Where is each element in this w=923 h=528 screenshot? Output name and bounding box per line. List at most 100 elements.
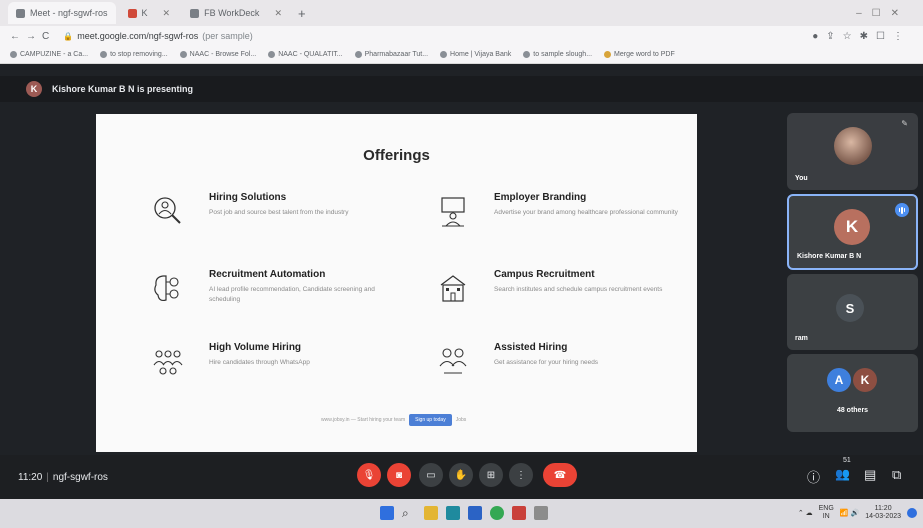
microphone-off-button[interactable]: 🎙 [357, 463, 381, 487]
bookmark-item[interactable]: Merge word to PDF [604, 51, 675, 58]
os-taskbar: ⌕ ⌃ ☁ ENG IN 📶 🔊 11:20 14-03-2023 [0, 499, 923, 528]
participant-tile-others[interactable]: A K 48 others [787, 354, 918, 432]
present-button[interactable]: ⊞ [479, 463, 503, 487]
presenting-banner: K Kishore Kumar B N is presenting [0, 76, 923, 102]
app-icon[interactable] [534, 506, 548, 520]
browser-tab-bar: Meet - ngf-sgwf-ros K ✕ FB WorkDeck ✕ + … [0, 0, 923, 26]
app-icon[interactable] [446, 506, 460, 520]
bookmark-icon [604, 51, 612, 58]
mic-off-icon: 🎙 [362, 469, 376, 481]
offering-desc: Get assistance for your hiring needs [494, 359, 599, 366]
browser-tab-workdeck[interactable]: FB WorkDeck ✕ [182, 2, 290, 24]
window-controls[interactable]: –☐✕ [856, 8, 909, 19]
participant-tile-kishore[interactable]: K Kishore Kumar B N [787, 194, 918, 270]
bookmark-icon [354, 51, 362, 58]
app-icon[interactable] [512, 506, 526, 520]
offering-title: High Volume Hiring [209, 342, 302, 353]
bookmarks-bar: CAMPUZINE - a Ca... to stop removing... … [0, 46, 923, 64]
captions-button[interactable]: ▭ [419, 463, 443, 487]
bookmark-item[interactable]: NAAC - QUALATIT... [268, 51, 343, 58]
bookmark-icon [100, 51, 108, 58]
shared-screen: Offerings Hiring Solutions Post job and … [96, 114, 697, 452]
leave-call-button[interactable]: ☎ [543, 463, 577, 487]
info-icon[interactable]: ⓘ [807, 467, 820, 486]
close-tab-icon[interactable]: ✕ [163, 8, 171, 19]
pin-icon[interactable]: ✎ [901, 119, 908, 128]
clock[interactable]: 11:20 14-03-2023 [865, 505, 901, 521]
hand-icon: ✋ [454, 469, 468, 481]
offering-desc: Hire candidates through WhatsApp [209, 359, 310, 366]
tab-label: K [141, 8, 148, 18]
activities-icon[interactable]: ⧉ [892, 467, 901, 483]
hang-up-icon: ☎ [553, 469, 567, 481]
search-icon[interactable]: ⌕ [402, 506, 416, 520]
raise-hand-button[interactable]: ✋ [449, 463, 473, 487]
offering-desc: Advertise your brand among healthcare pr… [494, 209, 678, 216]
start-icon[interactable] [380, 506, 394, 520]
two-people-icon [439, 348, 467, 374]
participant-count-badge: 51 [843, 457, 851, 464]
offering-title: Employer Branding [494, 192, 587, 203]
bookmark-icon [523, 51, 531, 58]
meeting-time: 11:20 [18, 472, 43, 483]
offering-title: Hiring Solutions [209, 192, 287, 203]
bookmark-item[interactable]: NAAC - Browse Fol... [179, 51, 256, 58]
meeting-info: 11:20 | ngf-sgwf-ros [18, 472, 108, 483]
tab-label: Meet - ngf-sgwf-ros [30, 8, 108, 18]
offering-desc: AI lead profile recommendation, Candidat… [209, 286, 375, 303]
back-forward-reload-icon[interactable]: ←→C [10, 31, 55, 42]
people-icon[interactable]: 👥 [835, 467, 850, 481]
campus-building-icon [440, 275, 466, 302]
bookmark-item[interactable]: Home | Vijaya Bank [440, 51, 511, 58]
presenter-icon [441, 197, 465, 227]
browser-edge-icon[interactable] [468, 506, 482, 520]
presenter-avatar: K [26, 81, 42, 97]
participant-tile-ram[interactable]: S ram [787, 274, 918, 350]
participant-name: You [795, 175, 808, 182]
language-indicator[interactable]: ENG IN [819, 505, 834, 521]
participant-tile-you[interactable]: ✎ You [787, 113, 918, 190]
url-field[interactable]: 🔒 meet.google.com/ngf-sgwf-ros (per samp… [63, 31, 253, 41]
browser-actions-icon[interactable]: ●⇪☆✱☐⋮ [812, 31, 911, 42]
slide-footer-button: Sign up today [409, 414, 452, 426]
offering-desc: Search institutes and schedule campus re… [494, 286, 663, 293]
bookmark-icon [268, 51, 276, 58]
offering-desc: Post job and source best talent from the… [209, 209, 349, 216]
offering-title: Recruitment Automation [209, 269, 326, 280]
browser-tab-meet[interactable]: Meet - ngf-sgwf-ros [8, 2, 116, 24]
captions-icon: ▭ [426, 469, 436, 481]
chrome-icon[interactable] [490, 506, 504, 520]
tab-favicon-icon [127, 8, 137, 18]
participant-avatar: A [827, 368, 851, 392]
tray-icons[interactable]: ⌃ ☁ [798, 509, 813, 517]
bookmark-item[interactable]: Pharmabazaar Tut... [354, 51, 428, 58]
presenting-text: Kishore Kumar B N is presenting [52, 84, 194, 94]
url-suffix: (per sample) [202, 31, 253, 41]
bookmark-item[interactable]: CAMPUZINE - a Ca... [10, 51, 88, 58]
more-options-button[interactable]: ⋮ [509, 463, 533, 487]
close-tab-icon[interactable]: ✕ [274, 8, 282, 19]
participant-avatar: K [834, 209, 870, 245]
participant-avatar: K [853, 368, 877, 392]
bookmark-item[interactable]: to sample slough... [523, 51, 592, 58]
bookmark-icon [179, 51, 187, 58]
meet-favicon-icon [16, 8, 25, 18]
present-icon: ⊞ [486, 469, 496, 481]
meet-control-bar: 11:20 | ngf-sgwf-ros 🎙 ◙ ▭ ✋ ⊞ ⋮ ☎ ⓘ 👥 51 … [0, 455, 923, 499]
browser-tab-k[interactable]: K ✕ [120, 2, 179, 24]
camera-off-button[interactable]: ◙ [387, 463, 411, 487]
offering-title: Assisted Hiring [494, 342, 568, 353]
new-tab-icon[interactable]: + [298, 6, 306, 21]
participant-name: 48 others [836, 407, 869, 414]
notification-icon[interactable] [907, 508, 917, 518]
meeting-code: ngf-sgwf-ros [52, 472, 108, 483]
file-explorer-icon[interactable] [424, 506, 438, 520]
slide-footer: www.jobsy.in — Start hiring your team Si… [321, 414, 466, 426]
lock-icon: 🔒 [63, 31, 74, 41]
system-tray: ⌃ ☁ ENG IN 📶 🔊 11:20 14-03-2023 [798, 505, 917, 521]
magnifier-person-icon [154, 197, 181, 224]
address-bar: ←→C 🔒 meet.google.com/ngf-sgwf-ros (per … [0, 26, 923, 46]
chat-icon[interactable]: ▤ [864, 467, 876, 483]
bookmark-item[interactable]: to stop removing... [100, 51, 168, 58]
wifi-sound-battery-icon[interactable]: 📶 🔊 [840, 509, 859, 517]
